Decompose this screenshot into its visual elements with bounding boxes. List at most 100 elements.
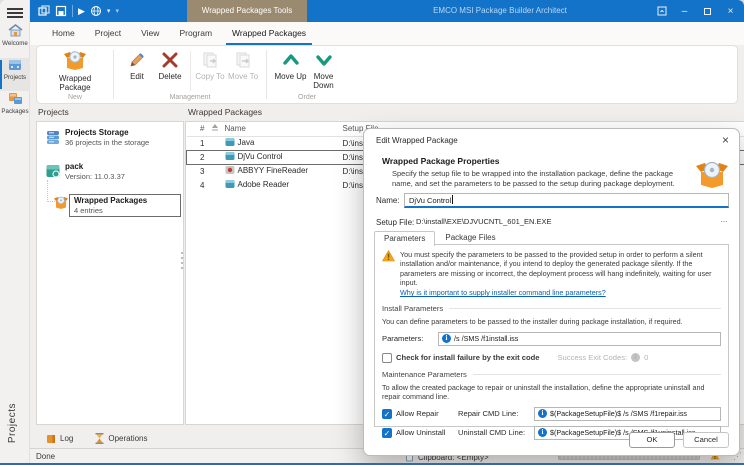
ribbon-options-button[interactable] <box>650 0 673 22</box>
repair-cmd-label: Repair CMD Line: <box>458 409 530 418</box>
tab-home[interactable]: Home <box>42 22 85 45</box>
info-icon-disabled: i <box>631 353 640 362</box>
maintenance-parameters-section: Maintenance Parameters <box>382 370 721 379</box>
operations-tab-label: Operations <box>108 434 147 443</box>
tree-selection-box: Wrapped Packages 4 entries <box>69 194 181 217</box>
installer-parameters-help-link[interactable]: Why is it important to supply installer … <box>400 288 606 297</box>
sidebar-item-projects[interactable]: Projects <box>0 58 30 91</box>
move-down-button[interactable]: Move Down <box>307 49 340 90</box>
wrapped-package-button[interactable]: Wrapped Package <box>44 49 106 92</box>
tab-project[interactable]: Project <box>85 22 131 45</box>
move-up-button[interactable]: Move Up <box>274 49 307 81</box>
dialog-close-icon[interactable]: × <box>722 133 729 147</box>
package-row-icon <box>225 137 235 149</box>
tab-view[interactable]: View <box>131 22 169 45</box>
move-to-icon <box>234 51 252 69</box>
ribbon-group-new: Wrapped Package New <box>37 46 113 103</box>
globe-dropdown-caret-icon[interactable]: ▾ <box>107 7 111 15</box>
tab-package-files[interactable]: Package Files <box>435 230 505 245</box>
maximize-button[interactable] <box>696 0 719 22</box>
section-rule <box>473 374 721 375</box>
column-header-name[interactable]: Name <box>223 122 341 136</box>
operations-tab[interactable]: Operations <box>87 431 155 447</box>
dialog-heading: Wrapped Package Properties <box>382 156 499 166</box>
tab-wrapped-packages[interactable]: Wrapped Packages <box>222 22 316 45</box>
package-row-icon <box>225 179 235 191</box>
close-button[interactable]: × <box>719 0 742 22</box>
package-name: Adobe Reader <box>238 180 290 189</box>
dialog-title: Edit Wrapped Package <box>376 136 458 145</box>
delete-button[interactable]: Delete <box>154 49 187 81</box>
panel-splitter-handle[interactable] <box>180 252 184 278</box>
sort-indicator-icon[interactable] <box>207 122 223 136</box>
success-exit-codes-label: Success Exit Codes: <box>557 353 627 362</box>
tree-item-projects-storage[interactable]: Projects Storage 36 projects in the stor… <box>43 128 181 147</box>
name-input[interactable]: DjVu Control <box>404 193 729 208</box>
success-exit-codes-value: 0 <box>644 353 648 362</box>
cancel-button[interactable]: Cancel <box>683 432 729 448</box>
dock-vertical-label-projects[interactable]: Projects <box>7 403 18 443</box>
contextual-tab-wrapped-packages-tools[interactable]: Wrapped Packages Tools <box>187 0 307 22</box>
tree-item-wrapped-packages[interactable]: Wrapped Packages 4 entries <box>51 194 181 217</box>
tree-item-label: Projects Storage <box>65 128 181 137</box>
tab-program[interactable]: Program <box>169 22 222 45</box>
save-project-icon[interactable] <box>55 5 67 17</box>
tree-item-subtitle: 36 projects in the storage <box>65 138 181 147</box>
allow-repair-label: Allow Repair <box>396 409 454 418</box>
edit-button[interactable]: Edit <box>121 49 154 81</box>
sidebar-item-label: Welcome <box>1 40 30 47</box>
column-header-num[interactable]: # <box>187 122 207 136</box>
allow-uninstall-checkbox[interactable]: ✓ <box>382 428 392 438</box>
dialog-tab-strip: Parameters Package Files <box>374 230 506 245</box>
browse-button[interactable]: ... <box>717 215 731 227</box>
status-text: Done <box>36 452 55 461</box>
package-name: Java <box>238 138 255 147</box>
sidebar-item-welcome[interactable]: Welcome <box>0 24 30 57</box>
copy-to-button[interactable]: Copy To <box>194 49 227 81</box>
minimize-button[interactable]: – <box>673 0 696 22</box>
exit-code-row: Check for install failure by the exit co… <box>382 353 721 363</box>
log-tab-label: Log <box>60 434 73 443</box>
delete-x-icon <box>161 51 179 69</box>
hamburger-menu-icon[interactable] <box>7 8 23 18</box>
app-window: ▶ ▾ ▾ Wrapped Packages Tools EMCO MSI Pa… <box>0 0 744 465</box>
ok-button[interactable]: OK <box>629 432 675 448</box>
projects-icon <box>8 58 22 71</box>
titlebar: ▶ ▾ ▾ Wrapped Packages Tools EMCO MSI Pa… <box>30 0 744 22</box>
repair-cmd-value: $(PackageSetupFile)$ /s /SMS /f1repair.i… <box>550 409 687 418</box>
row-number: 2 <box>187 150 207 164</box>
log-tab[interactable]: Log <box>38 431 81 447</box>
tree-item-pack[interactable]: pack Version: 11.0.3.37 <box>43 162 181 181</box>
qat-customize-icon[interactable]: ▾ <box>115 7 119 15</box>
check-install-failure-checkbox[interactable] <box>382 353 392 363</box>
package-name: DjVu Control <box>238 152 283 161</box>
info-icon: i <box>538 428 547 437</box>
row-number: 1 <box>187 136 207 150</box>
copy-to-icon <box>201 51 219 69</box>
sidebar-item-label: Projects <box>1 74 30 81</box>
uninstall-cmd-label: Uninstall CMD Line: <box>458 428 530 437</box>
run-icon[interactable]: ▶ <box>78 3 85 19</box>
package-name: ABBYY FineReader <box>238 166 309 175</box>
maintenance-description: To allow the created package to repair o… <box>382 383 721 402</box>
packages-panel-title: Wrapped Packages <box>188 107 262 117</box>
ribbon-group-management: Edit Delete Copy To Move To Management <box>114 46 266 103</box>
hourglass-icon <box>95 433 104 444</box>
parameters-input[interactable]: i/s /SMS /f1install.iss <box>438 332 721 346</box>
repair-cmd-input[interactable]: i$(PackageSetupFile)$ /s /SMS /f1repair.… <box>534 407 721 421</box>
create-package-icon[interactable] <box>38 5 50 17</box>
allow-repair-checkbox[interactable]: ✓ <box>382 409 392 419</box>
sidebar-item-packages[interactable]: Packages <box>0 92 30 125</box>
wrapped-package-label: Wrapped Package <box>44 74 106 92</box>
edit-wrapped-package-dialog: Edit Wrapped Package × Wrapped Package P… <box>363 128 740 456</box>
name-input-value: DjVu Control <box>409 196 451 205</box>
row-sort-cell <box>207 136 223 150</box>
tree-item-label: Wrapped Packages <box>74 196 176 205</box>
move-to-button[interactable]: Move To <box>227 49 260 81</box>
packages-icon <box>8 92 23 105</box>
tab-parameters[interactable]: Parameters <box>374 231 435 246</box>
wrapped-package-dialog-icon <box>695 159 729 191</box>
globe-icon[interactable] <box>90 5 102 17</box>
warning-block: You must specify the parameters to be pa… <box>382 250 721 297</box>
tree-item-label: pack <box>65 162 181 171</box>
